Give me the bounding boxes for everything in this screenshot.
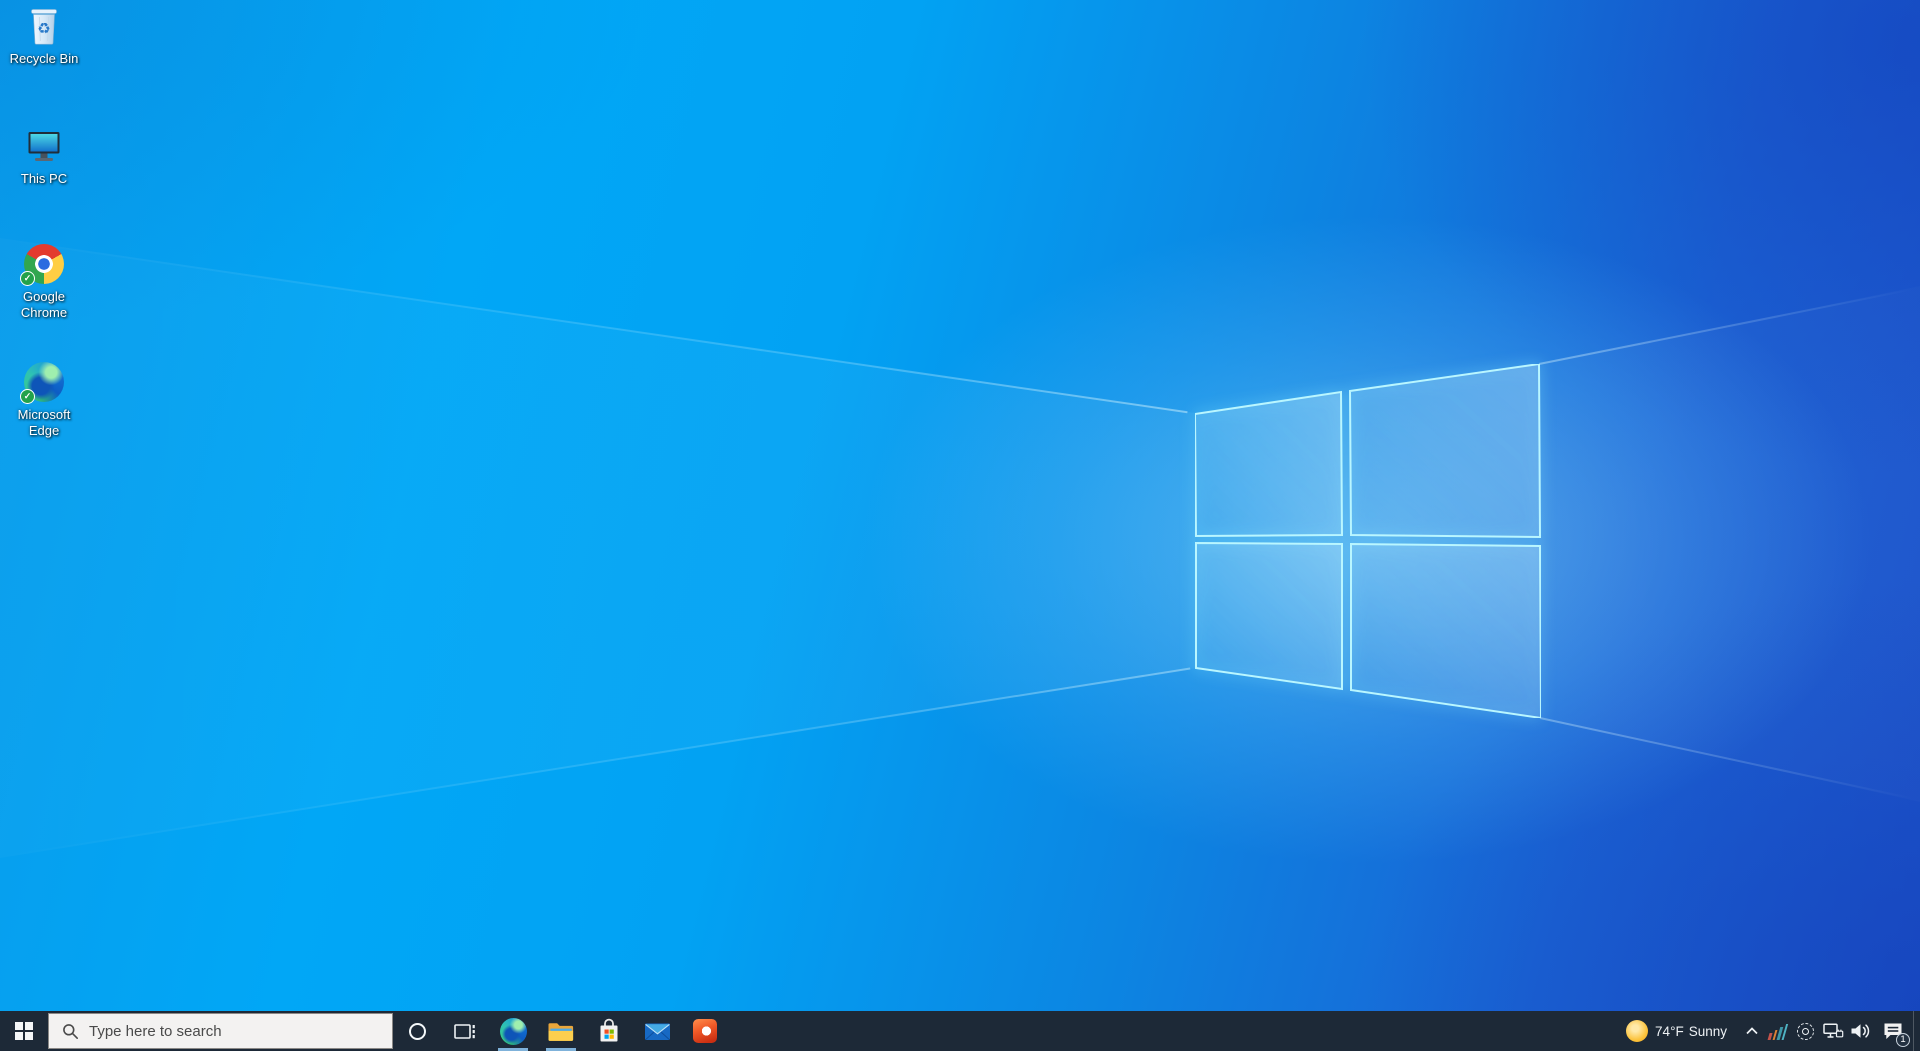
edge-icon [499, 1017, 527, 1045]
windows-start-icon [15, 1022, 33, 1040]
taskbar-search-box[interactable] [48, 1013, 393, 1049]
network-button[interactable] [1819, 1011, 1846, 1051]
volume-button[interactable] [1846, 1011, 1873, 1051]
desktop-icon-recycle-bin[interactable]: ♻ Recycle Bin [2, 4, 86, 67]
beam-line [0, 667, 1191, 858]
desktop-icon-label: Google Chrome [20, 289, 68, 320]
windows-logo-wallpaper [1195, 364, 1541, 718]
cortana-icon [408, 1022, 426, 1040]
volume-icon [1851, 1024, 1869, 1038]
beam-line [1538, 288, 1913, 365]
office-button[interactable] [681, 1011, 729, 1051]
microsoft-store-button[interactable] [585, 1011, 633, 1051]
cortana-button[interactable] [393, 1011, 441, 1051]
wallpaper-light-beam-right [1539, 286, 1920, 802]
start-button[interactable] [0, 1011, 48, 1051]
windows-desktop: ♻ Recycle Bin This PC ✓ Google Chrome ✓ … [0, 0, 1920, 1051]
tray-colored-bars-button[interactable] [1765, 1011, 1792, 1051]
taskbar: 74°F Sunny [0, 1011, 1920, 1051]
desktop-icon-label: This PC [20, 171, 68, 186]
this-pc-icon [22, 124, 66, 168]
weather-widget[interactable]: 74°F Sunny [1615, 1011, 1738, 1051]
microsoft-store-icon [600, 1018, 618, 1041]
search-input[interactable] [89, 1022, 359, 1040]
desktop-icon-google-chrome[interactable]: ✓ Google Chrome [2, 242, 86, 321]
chevron-up-icon [1745, 1027, 1758, 1035]
sun-icon [1626, 1020, 1649, 1042]
svg-text:♻: ♻ [37, 21, 50, 38]
weather-text: 74°F Sunny [1655, 1024, 1727, 1039]
show-desktop-button[interactable] [1913, 1011, 1920, 1051]
weather-condition: Sunny [1688, 1023, 1727, 1039]
weather-temperature: 74°F [1655, 1023, 1684, 1039]
file-explorer-icon [548, 1022, 574, 1041]
mail-button[interactable] [633, 1011, 681, 1051]
capture-icon [1797, 1022, 1814, 1040]
office-icon [693, 1019, 717, 1043]
ethernet-icon [1822, 1023, 1843, 1038]
check-badge-icon: ✓ [20, 271, 35, 286]
desktop-icon-label: Microsoft Edge [17, 407, 71, 438]
desktop-icon-this-pc[interactable]: This PC [2, 124, 86, 187]
search-icon [62, 1023, 79, 1040]
desktop-wallpaper [0, 0, 1920, 1051]
beam-line [0, 238, 1188, 414]
chrome-icon: ✓ [20, 242, 66, 286]
edge-icon: ✓ [20, 360, 66, 404]
beam-line [1539, 717, 1915, 800]
file-explorer-button[interactable] [537, 1011, 585, 1051]
system-tray: 74°F Sunny 1 [1615, 1011, 1920, 1051]
task-view-button[interactable] [441, 1011, 489, 1051]
notification-badge: 1 [1896, 1033, 1910, 1047]
task-view-icon [454, 1023, 475, 1039]
check-badge-icon: ✓ [20, 389, 35, 404]
action-center-button[interactable]: 1 [1873, 1011, 1913, 1051]
colored-bars-icon [1767, 1023, 1789, 1040]
mail-icon [644, 1023, 670, 1040]
show-hidden-icons-button[interactable] [1738, 1011, 1765, 1051]
edge-taskbar-button[interactable] [489, 1011, 537, 1051]
tray-capture-button[interactable] [1792, 1011, 1819, 1051]
desktop-icon-microsoft-edge[interactable]: ✓ Microsoft Edge [2, 360, 86, 439]
wallpaper-light-beam [0, 238, 1196, 858]
recycle-bin-icon: ♻ [22, 4, 66, 48]
desktop-icon-label: Recycle Bin [9, 51, 79, 66]
